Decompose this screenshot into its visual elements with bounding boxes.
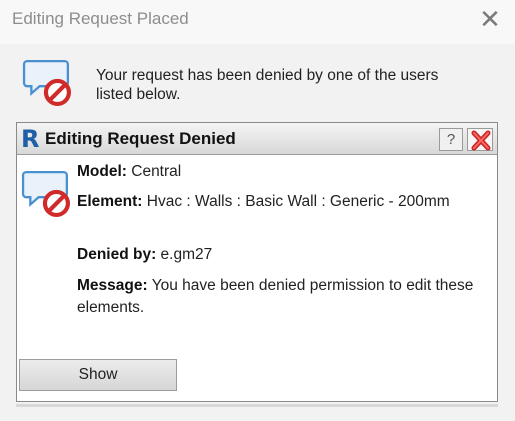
- bottom-edge: [16, 404, 498, 407]
- inner-dialog-title: Editing Request Denied: [45, 129, 236, 148]
- denied-by-label: Denied by:: [77, 246, 157, 263]
- inner-title-bar: R Editing Request Denied ?: [17, 123, 497, 155]
- outer-title-bar: Editing Request Placed ✕: [0, 0, 515, 44]
- denied-by-value: e.gm27: [160, 246, 213, 263]
- model-value: Central: [131, 163, 182, 180]
- element-value: Hvac : Walls : Basic Wall : Generic - 20…: [146, 193, 450, 210]
- model-label: Model:: [77, 163, 127, 180]
- outer-close-button[interactable]: ✕: [475, 4, 505, 34]
- editing-request-denied-dialog: R Editing Request Denied ? Model: Centra…: [16, 122, 498, 402]
- message-field: Message: You have been denied permission…: [77, 275, 487, 319]
- message-label: Message:: [77, 277, 148, 294]
- element-field: Element: Hvac : Walls : Basic Wall : Gen…: [77, 191, 487, 213]
- show-button[interactable]: Show: [19, 359, 177, 391]
- help-button[interactable]: ?: [439, 128, 463, 151]
- outer-dialog-title: Editing Request Placed: [12, 9, 189, 28]
- outer-dialog-message: Your request has been denied by one of t…: [96, 67, 439, 103]
- element-label: Element:: [77, 193, 143, 210]
- denied-comment-icon: [22, 58, 72, 106]
- close-button[interactable]: [467, 128, 493, 151]
- model-field: Model: Central: [77, 161, 487, 183]
- denied-by-field: Denied by: e.gm27: [77, 244, 487, 266]
- revit-logo-icon: R: [21, 125, 40, 153]
- denied-comment-icon: [21, 169, 71, 217]
- red-x-close-icon: [471, 130, 491, 151]
